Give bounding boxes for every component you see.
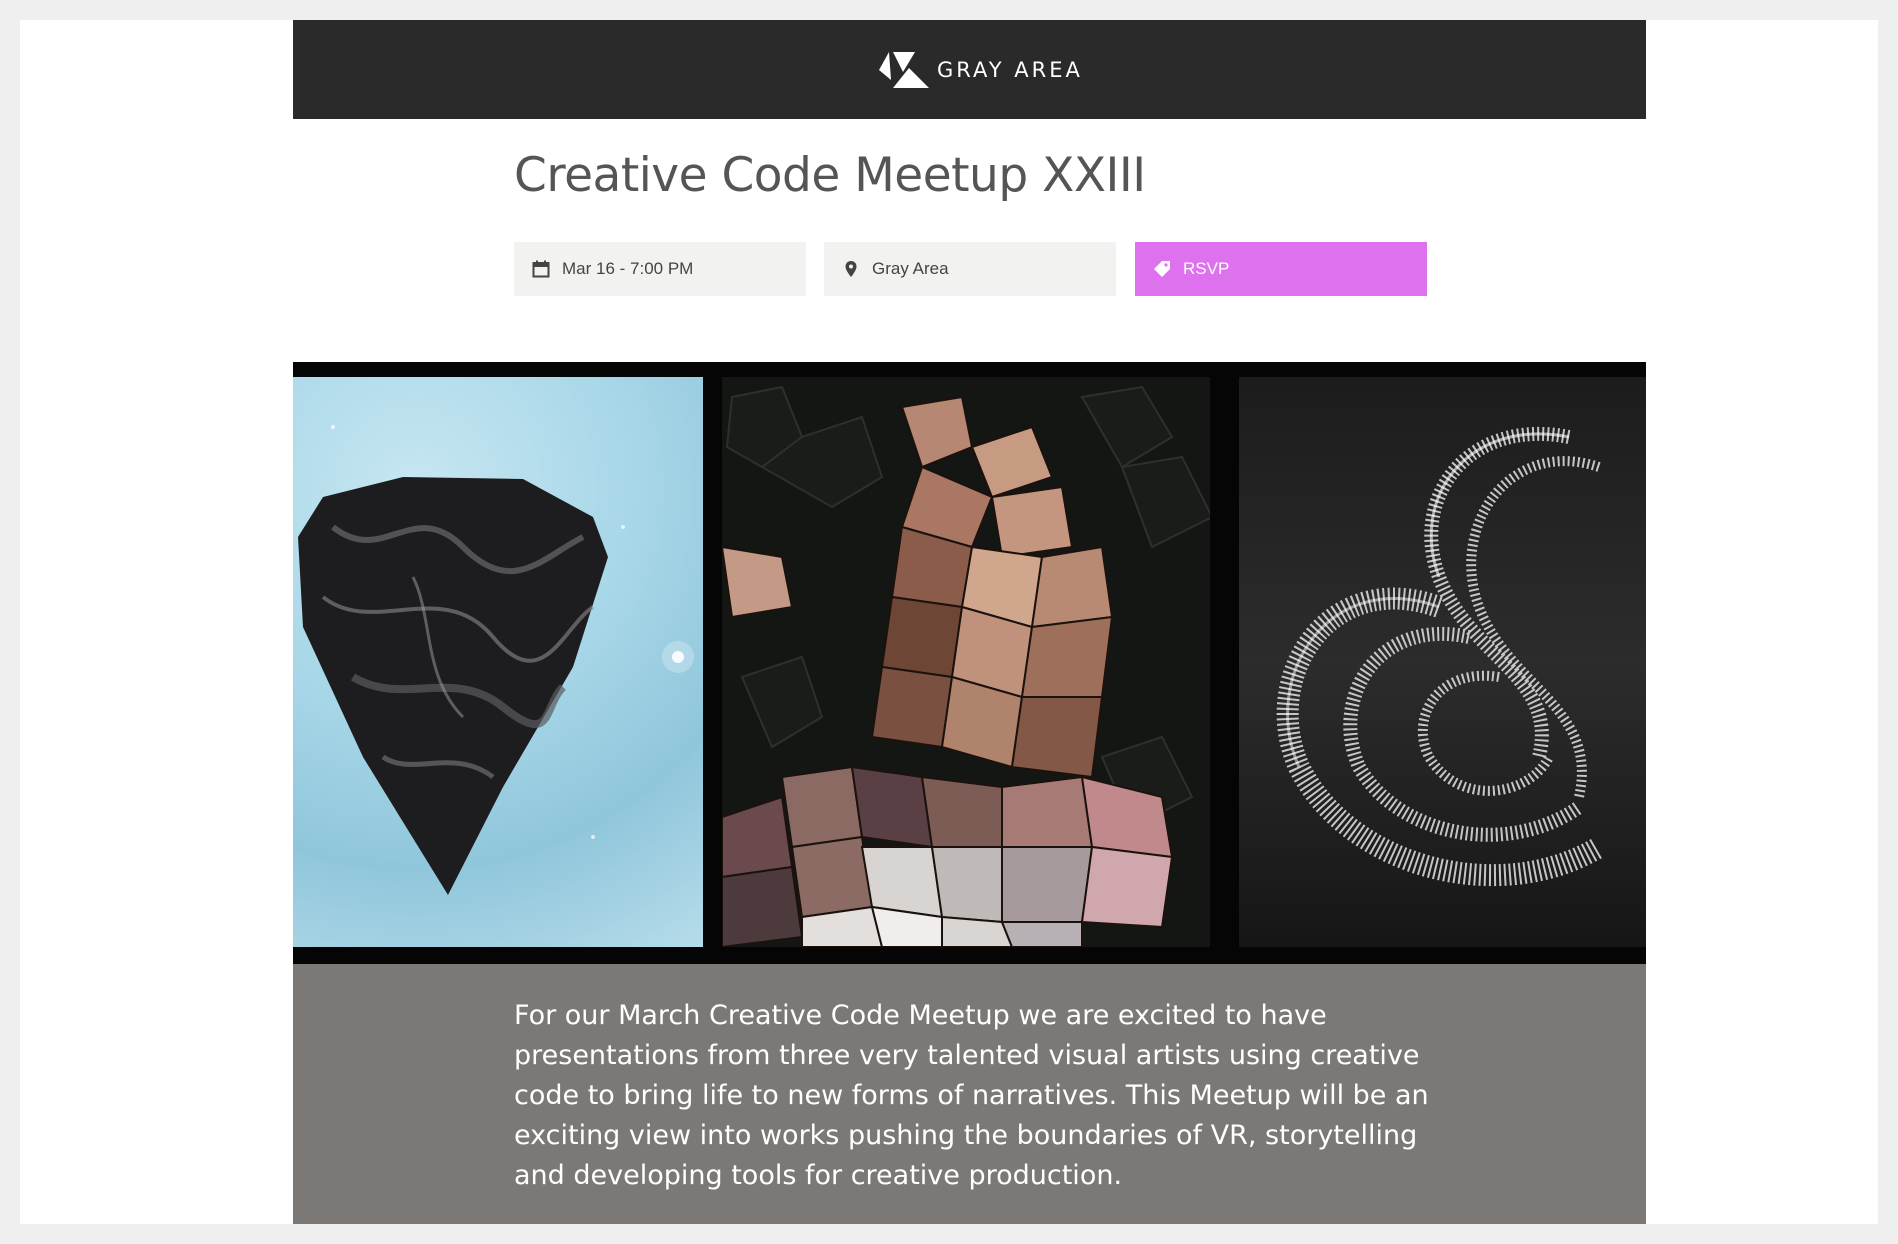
map-pin-icon (840, 258, 862, 280)
site-header: GRAY AREA (293, 20, 1646, 119)
rsvp-button[interactable]: RSVP (1135, 242, 1427, 296)
hero-image (293, 362, 1646, 964)
event-date: Mar 16 - 7:00 PM (514, 242, 806, 296)
description-text: For our March Creative Code Meetup we ar… (514, 1000, 1429, 1191)
event-location-label: Gray Area (872, 259, 949, 278)
site-logo[interactable]: GRAY AREA (875, 48, 1083, 92)
rsvp-label: RSVP (1183, 259, 1230, 278)
page-frame: GRAY AREA Creative Code Meetup XXIII Mar… (20, 20, 1878, 1224)
ticket-icon (1151, 258, 1173, 280)
spiral-3d-artwork (1239, 377, 1646, 947)
event-description: For our March Creative Code Meetup we ar… (293, 964, 1646, 1224)
event-date-label: Mar 16 - 7:00 PM (562, 259, 694, 278)
abstract-rock-artwork (293, 377, 703, 947)
gray-area-logo-icon (879, 52, 929, 88)
voronoi-portrait-artwork (722, 377, 1222, 947)
event-page: GRAY AREA Creative Code Meetup XXIII Mar… (293, 20, 1646, 1224)
page-title: Creative Code Meetup XXIII (514, 148, 1146, 203)
calendar-icon (530, 258, 552, 280)
logo-text: GRAY AREA (937, 58, 1083, 82)
event-location[interactable]: Gray Area (824, 242, 1116, 296)
